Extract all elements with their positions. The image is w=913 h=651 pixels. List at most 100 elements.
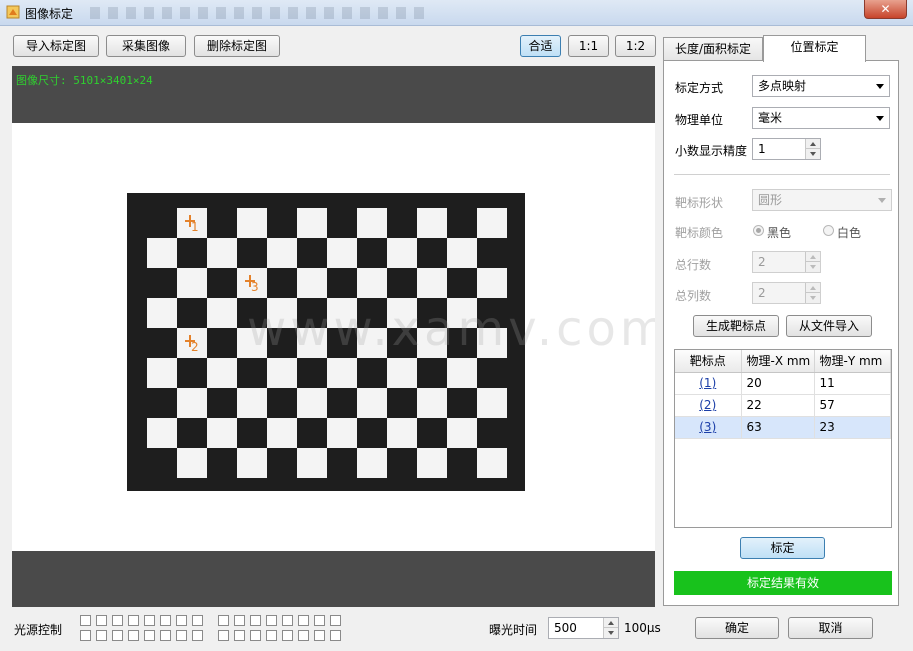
column-header-target[interactable]: 靶标点	[675, 350, 742, 373]
light-source-label: 光源控制	[14, 623, 63, 637]
zoom-fit-button[interactable]: 合适	[520, 35, 561, 57]
total-cols-value: 2	[758, 286, 766, 300]
black-radio-label: 黑色	[767, 226, 792, 240]
checker-square	[237, 328, 267, 358]
light-channel-checkbox[interactable]	[298, 615, 309, 626]
light-channel-checkbox[interactable]	[266, 615, 277, 626]
calibrate-button[interactable]: 标定	[740, 537, 825, 559]
physical-x-cell[interactable]: 22	[741, 394, 815, 417]
physical-y-cell[interactable]: 11	[814, 372, 891, 395]
light-channel-checkbox[interactable]	[250, 615, 261, 626]
light-channel-checkbox[interactable]	[144, 630, 155, 641]
import-calibration-image-button[interactable]: 导入标定图	[13, 35, 99, 57]
checker-square	[477, 268, 507, 298]
light-channel-checkbox[interactable]	[314, 615, 325, 626]
light-channel-checkbox[interactable]	[282, 615, 293, 626]
unit-select[interactable]: 毫米	[752, 107, 890, 129]
checker-square	[237, 388, 267, 418]
light-channel-checkbox[interactable]	[112, 615, 123, 626]
target-points-table[interactable]: 靶标点 物理-X mm 物理-Y mm (1) 20 11 (2) 22 57 …	[674, 349, 892, 528]
light-channel-checkbox[interactable]	[192, 630, 203, 641]
spin-up-icon[interactable]	[805, 252, 820, 262]
light-channel-checkbox[interactable]	[176, 630, 187, 641]
checker-square	[297, 208, 327, 238]
light-channel-checkbox[interactable]	[218, 630, 229, 641]
zoom-1-1-button[interactable]: 1:1	[568, 35, 609, 57]
cancel-button[interactable]: 取消	[788, 617, 873, 639]
light-channel-checkbox[interactable]	[266, 630, 277, 641]
row-index-link[interactable]: (3)	[675, 416, 742, 439]
checker-square	[207, 298, 237, 328]
precision-stepper[interactable]: 1	[752, 138, 821, 160]
zoom-1-2-button[interactable]: 1:2	[615, 35, 656, 57]
light-channel-checkbox[interactable]	[298, 630, 309, 641]
generate-target-points-button[interactable]: 生成靶标点	[693, 315, 779, 337]
physical-y-cell[interactable]: 23	[814, 416, 891, 439]
total-rows-stepper[interactable]: 2	[752, 251, 821, 273]
spin-up-icon[interactable]	[805, 139, 820, 149]
spin-up-icon[interactable]	[603, 618, 618, 628]
column-header-x[interactable]: 物理-X mm	[741, 350, 815, 373]
capture-image-button[interactable]: 采集图像	[106, 35, 186, 57]
spin-up-icon[interactable]	[805, 283, 820, 293]
unit-value: 毫米	[758, 111, 783, 125]
tab-length-area[interactable]: 长度/面积标定	[663, 37, 763, 61]
physical-x-cell[interactable]: 63	[741, 416, 815, 439]
import-from-file-button[interactable]: 从文件导入	[786, 315, 872, 337]
light-channel-checkbox[interactable]	[314, 630, 325, 641]
light-channel-checkbox[interactable]	[160, 630, 171, 641]
close-button[interactable]: ✕	[864, 0, 907, 19]
column-header-y[interactable]: 物理-Y mm	[814, 350, 891, 373]
table-row[interactable]: (1) 20 11	[675, 372, 891, 395]
light-channel-checkbox[interactable]	[160, 615, 171, 626]
table-row[interactable]: (2) 22 57	[675, 394, 891, 417]
light-channel-checkbox[interactable]	[330, 615, 341, 626]
light-channel-checkbox[interactable]	[250, 630, 261, 641]
row-index-link[interactable]: (1)	[675, 372, 742, 395]
physical-x-cell[interactable]: 20	[741, 372, 815, 395]
spin-down-icon[interactable]	[805, 293, 820, 303]
light-channel-checkbox[interactable]	[112, 630, 123, 641]
checker-square	[357, 328, 387, 358]
light-channel-checkbox[interactable]	[128, 615, 139, 626]
checker-square	[147, 238, 177, 268]
calibration-marker[interactable]: 3	[245, 274, 261, 296]
light-channel-checkbox[interactable]	[96, 630, 107, 641]
delete-calibration-image-button[interactable]: 删除标定图	[194, 35, 280, 57]
table-row-selected[interactable]: (3) 63 23	[675, 416, 891, 439]
light-channel-checkbox[interactable]	[192, 615, 203, 626]
image-canvas[interactable]: www.xamv.com 132	[12, 123, 655, 551]
target-shape-select[interactable]: 圆形	[752, 189, 892, 211]
spin-down-icon[interactable]	[603, 628, 618, 638]
checker-square	[327, 418, 357, 448]
light-channel-checkbox[interactable]	[96, 615, 107, 626]
calibration-marker[interactable]: 1	[185, 214, 201, 236]
light-channel-checkbox[interactable]	[234, 615, 245, 626]
position-calibration-panel: 标定方式 多点映射 物理单位 毫米 小数显示精度 1 靶标形状 圆形 靶标颜色 …	[663, 60, 899, 606]
title-bar-background-graphic	[90, 7, 430, 19]
light-channel-checkbox[interactable]	[282, 630, 293, 641]
light-channel-checkbox[interactable]	[218, 615, 229, 626]
exposure-stepper[interactable]: 500	[548, 617, 619, 639]
spin-down-icon[interactable]	[805, 262, 820, 272]
image-viewer[interactable]: 图像尺寸: 5101×3401×24 www.xamv.com 132	[12, 66, 655, 607]
tab-position[interactable]: 位置标定	[763, 35, 866, 62]
white-radio[interactable]	[823, 225, 834, 236]
method-select[interactable]: 多点映射	[752, 75, 890, 97]
spin-down-icon[interactable]	[805, 149, 820, 159]
total-cols-stepper[interactable]: 2	[752, 282, 821, 304]
exposure-value: 500	[554, 621, 577, 635]
physical-y-cell[interactable]: 57	[814, 394, 891, 417]
ok-button[interactable]: 确定	[695, 617, 779, 639]
calibration-marker[interactable]: 2	[185, 334, 201, 356]
white-radio-label: 白色	[837, 226, 862, 240]
black-radio[interactable]	[753, 225, 764, 236]
light-channel-checkbox[interactable]	[128, 630, 139, 641]
light-channel-checkbox[interactable]	[80, 615, 91, 626]
row-index-link[interactable]: (2)	[675, 394, 742, 417]
light-channel-checkbox[interactable]	[80, 630, 91, 641]
light-channel-checkbox[interactable]	[330, 630, 341, 641]
light-channel-checkbox[interactable]	[234, 630, 245, 641]
light-channel-checkbox[interactable]	[176, 615, 187, 626]
light-channel-checkbox[interactable]	[144, 615, 155, 626]
